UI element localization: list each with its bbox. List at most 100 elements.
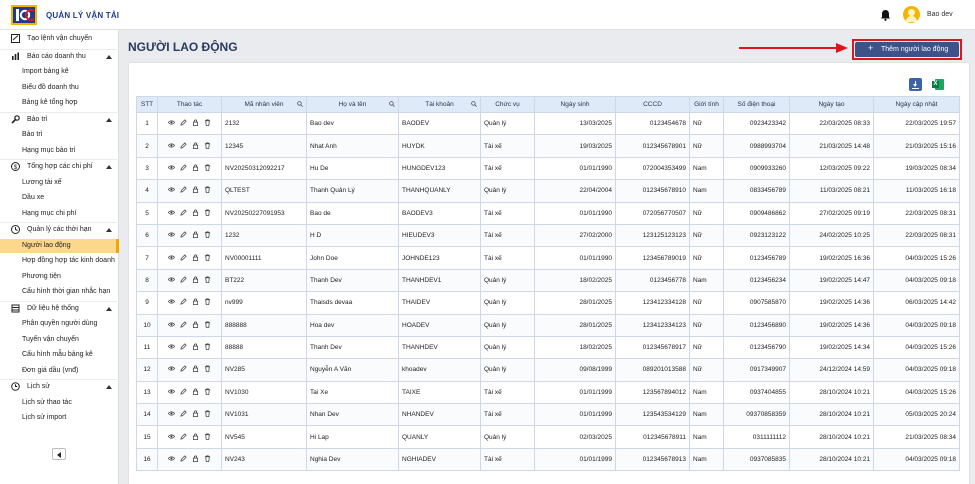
table-row[interactable]: 8 BT222 Thanh Dev THANHDEV1 Quản lý 18/02/202… (136, 268, 960, 293)
table-row[interactable]: 12 NV285 Nguyễn A Văn khoadev Quản lý 09/08/1… (136, 358, 960, 382)
user-name[interactable]: Bao dev (927, 11, 953, 18)
edit-icon[interactable] (180, 186, 187, 195)
table-row[interactable]: 16 NV243 Nghia Dev NGHIADEV Tài xế 01/01/1999… (136, 447, 960, 472)
edit-icon[interactable] (180, 455, 187, 464)
sidebar-item[interactable]: Tuyến vận chuyển (0, 333, 119, 347)
excel-export-button[interactable]: X (932, 78, 945, 91)
chevron-up-icon[interactable] (106, 228, 112, 232)
chevron-up-icon[interactable] (106, 54, 112, 59)
table-row[interactable]: 6 1232 H D HIEUDEV3 Tài xế 27/02/2000 12312512… (136, 223, 960, 248)
sidebar-item[interactable]: Biểu đồ doanh thu (0, 81, 119, 95)
chevron-up-icon[interactable] (106, 306, 112, 311)
edit-icon[interactable] (180, 209, 187, 218)
view-icon[interactable] (168, 164, 175, 173)
edit-icon[interactable] (180, 276, 187, 285)
view-icon[interactable] (168, 388, 175, 397)
table-row[interactable]: 1 2132 Bao dev BAODEV Quản lý 13/03/2025 01234… (136, 111, 960, 136)
view-icon[interactable] (168, 455, 175, 464)
sidebar-item[interactable]: Lương tài xế (0, 176, 119, 190)
edit-icon[interactable] (180, 433, 187, 442)
view-icon[interactable] (168, 410, 175, 419)
view-icon[interactable] (168, 321, 175, 330)
table-row[interactable]: 10 888888 Hoa dev HOADEV Quản lý 28/01/2025 12… (136, 313, 960, 337)
edit-icon[interactable] (180, 343, 187, 352)
sidebar-item[interactable]: Báo cáo doanh thu (0, 48, 119, 63)
sidebar-item[interactable]: Hạng mục chi phí (0, 207, 119, 221)
delete-icon[interactable] (204, 231, 211, 240)
view-icon[interactable] (168, 365, 175, 374)
bell-icon[interactable] (880, 9, 891, 21)
view-icon[interactable] (168, 231, 175, 240)
delete-icon[interactable] (204, 164, 211, 173)
sidebar-item[interactable]: Người lao động (0, 238, 119, 253)
lock-icon[interactable] (192, 455, 199, 464)
view-icon[interactable] (168, 209, 175, 218)
view-icon[interactable] (168, 186, 175, 195)
table-row[interactable]: 2 12345 Nhat Anh HUYDK Tài xế 19/03/2025 01234… (136, 134, 960, 158)
table-row[interactable]: 13 NV1030 Tai Xe TAIXE Tài xế 01/01/1999 12356… (136, 380, 960, 405)
delete-icon[interactable] (204, 142, 211, 151)
delete-icon[interactable] (204, 365, 211, 374)
lock-icon[interactable] (192, 209, 199, 218)
edit-icon[interactable] (180, 365, 187, 374)
delete-icon[interactable] (204, 321, 211, 330)
delete-icon[interactable] (204, 410, 211, 419)
chevron-up-icon[interactable] (106, 117, 112, 122)
edit-icon[interactable] (180, 119, 187, 128)
table-row[interactable]: 4 QLTEST Thanh Quản Lý THANHQUANLY Quản lý 22… (136, 179, 960, 203)
table-row[interactable]: 5 NV20250227091953 Bao de BAODEV3 Tài xế 01/0… (136, 201, 960, 225)
column-header[interactable]: Họ và tên (306, 96, 399, 113)
sidebar-item[interactable]: Phân quyền người dùng (0, 317, 119, 331)
delete-icon[interactable] (204, 433, 211, 442)
lock-icon[interactable] (192, 276, 199, 285)
lock-icon[interactable] (192, 321, 199, 330)
chevron-up-icon[interactable] (106, 165, 112, 169)
view-icon[interactable] (168, 119, 175, 128)
lock-icon[interactable] (192, 119, 199, 128)
column-header[interactable]: Mã nhân viên (221, 96, 307, 113)
sidebar-collapse-button[interactable] (52, 448, 66, 460)
download-button[interactable] (909, 78, 922, 91)
delete-icon[interactable] (204, 298, 211, 307)
table-row[interactable]: 9 nv999 Thaisds devaa THAIDEV Quản lý 28/01/2… (136, 291, 960, 315)
delete-icon[interactable] (204, 388, 211, 397)
user-avatar[interactable] (903, 6, 920, 23)
sidebar-item[interactable]: Phương tiện (0, 270, 119, 284)
sidebar-item[interactable]: Lịch sử import (0, 411, 119, 425)
sidebar-item[interactable]: Bảng kê tổng hợp (0, 96, 119, 110)
sidebar-item[interactable]: Lịch sử (0, 379, 119, 393)
view-icon[interactable] (168, 276, 175, 285)
lock-icon[interactable] (192, 410, 199, 419)
edit-icon[interactable] (180, 298, 187, 307)
lock-icon[interactable] (192, 231, 199, 240)
edit-icon[interactable] (180, 164, 187, 173)
lock-icon[interactable] (192, 254, 199, 263)
delete-icon[interactable] (204, 119, 211, 128)
table-row[interactable]: 11 88888 Thanh Dev THANHDEV Quản lý 18/02/202… (136, 335, 960, 360)
sidebar-item[interactable]: Dữ liệu hệ thống (0, 300, 119, 315)
sidebar-item[interactable]: Dầu xe (0, 191, 119, 205)
delete-icon[interactable] (204, 254, 211, 263)
edit-icon[interactable] (180, 253, 187, 263)
sidebar-item[interactable]: Cấu hình mẫu bảng kê (0, 348, 119, 362)
chevron-up-icon[interactable] (106, 385, 112, 389)
sidebar-item[interactable]: Hạng mục bảo trì (0, 144, 119, 158)
column-header[interactable]: Tài khoản (398, 96, 481, 113)
lock-icon[interactable] (192, 164, 199, 173)
view-icon[interactable] (168, 433, 175, 442)
view-icon[interactable] (168, 298, 175, 307)
delete-icon[interactable] (204, 343, 211, 352)
sidebar-item[interactable]: Bảo trì (0, 111, 119, 126)
view-icon[interactable] (168, 142, 175, 151)
edit-icon[interactable] (180, 321, 187, 330)
sidebar-item[interactable]: Tạo lệnh vận chuyển (0, 32, 119, 46)
sidebar-item[interactable]: $ Tổng hợp các chi phí (0, 159, 119, 173)
sidebar-item[interactable]: Import bảng kê (0, 65, 119, 79)
table-row[interactable]: 15 NV545 Hi Lap QUANLY Quản lý 02/03/2025 0123… (136, 425, 960, 449)
view-icon[interactable] (168, 254, 175, 263)
add-worker-button[interactable]: + Thêm người lao động (855, 42, 959, 57)
delete-icon[interactable] (204, 276, 211, 285)
sidebar-item[interactable]: Hợp đồng hợp tác kinh doanh (0, 254, 119, 268)
company-logo[interactable] (11, 5, 37, 25)
lock-icon[interactable] (192, 298, 199, 307)
